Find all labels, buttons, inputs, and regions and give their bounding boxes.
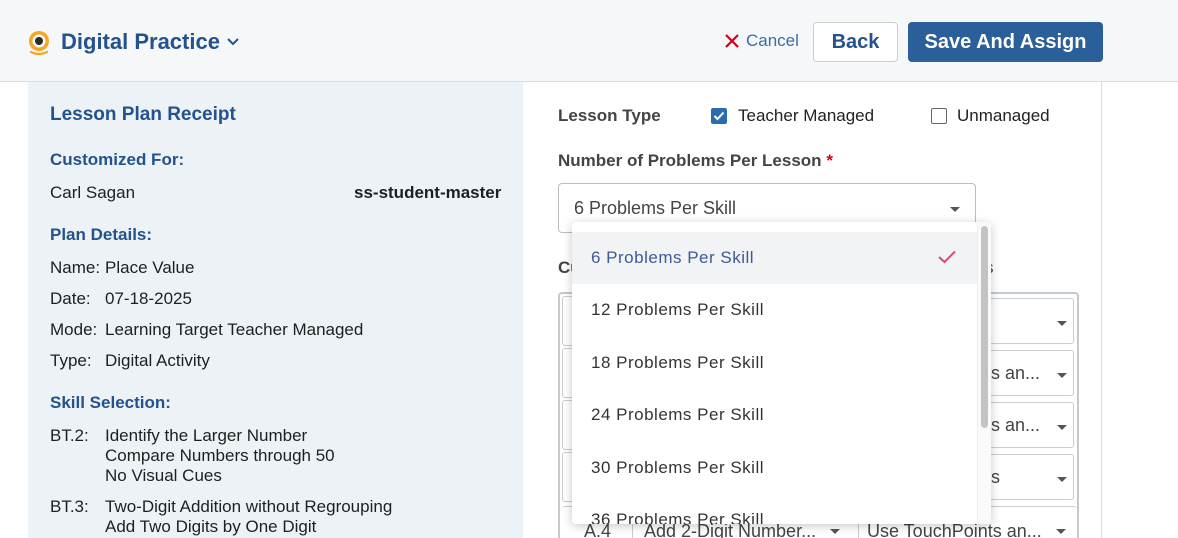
problems-per-lesson-text: Number of Problems Per Lesson [558,151,822,170]
target-logo-icon [27,29,51,57]
option-label: 18 Problems Per Skill [591,353,765,372]
caret-down-icon [1057,321,1067,326]
checkmark-icon [938,250,956,264]
detail-value: Digital Activity [105,351,210,370]
select-value: 6 Problems Per Skill [574,197,737,218]
app-title: Digital Practice [61,29,220,54]
dropdown-scrollbar[interactable] [977,222,991,524]
detail-value: 07-18-2025 [105,289,192,308]
option-label: 30 Problems Per Skill [591,458,765,477]
checkmark-icon [713,111,725,121]
customized-for-heading: Customized For: [50,150,185,169]
caret-down-icon [1057,373,1067,378]
detail-key: Mode: [50,320,98,339]
skill-line: Compare Numbers through 50 [105,446,335,465]
option-label: 6 Problems Per Skill [591,248,755,267]
skill-line: Two-Digit Addition without Regrouping [105,497,393,516]
option-label: 36 Problems Per Skill [591,510,765,524]
app-title-menu[interactable]: Digital Practice [61,29,240,55]
lesson-type-label: Lesson Type [558,106,661,125]
skill-code: BT.2: [50,426,89,445]
caret-down-icon [950,207,960,212]
required-mark: * [826,151,833,170]
skill-line: Identify the Larger Number [105,426,308,445]
divider [1101,82,1102,538]
option-label: 24 Problems Per Skill [591,405,765,424]
save-and-assign-button[interactable]: Save And Assign [908,22,1103,62]
dropdown-option[interactable]: 36 Problems Per Skill [572,494,977,524]
option-label: 12 Problems Per Skill [591,300,765,319]
dropdown-option[interactable]: 12 Problems Per Skill [572,284,977,336]
chevron-down-icon [227,38,239,46]
caret-down-icon [1057,425,1067,430]
skill-selection-heading: Skill Selection: [50,393,171,412]
skill-line: No Visual Cues [105,466,222,485]
app-header: Digital Practice Cancel Back Save And As… [0,0,1178,82]
back-button[interactable]: Back [813,22,898,62]
student-name: Carl Sagan [50,183,136,202]
cancel-label: Cancel [746,31,799,50]
detail-key: Type: [50,351,92,370]
receipt-title: Lesson Plan Receipt [50,104,236,125]
cancel-button[interactable]: Cancel [724,31,799,51]
plan-details-heading: Plan Details: [50,225,153,244]
dropdown-option[interactable]: 18 Problems Per Skill [572,337,977,389]
caret-down-icon [1056,529,1066,534]
lesson-plan-receipt-panel: Lesson Plan Receipt Customized For: Carl… [28,82,523,538]
detail-value: Place Value [105,258,195,277]
teacher-managed-label[interactable]: Teacher Managed [738,106,874,126]
unmanaged-label[interactable]: Unmanaged [957,106,1050,126]
caret-down-icon [1057,477,1067,482]
skill-code: BT.3: [50,497,89,516]
student-id: ss-student-master [354,183,502,202]
detail-key: Date: [50,289,91,308]
caret-down-icon [830,529,840,534]
unmanaged-checkbox[interactable] [931,108,947,124]
scrollbar-thumb[interactable] [981,226,988,428]
detail-key: Name: [50,258,101,277]
problems-per-lesson-label: Number of Problems Per Lesson * [558,151,833,171]
teacher-managed-checkbox[interactable] [711,108,727,124]
problems-per-lesson-dropdown: 6 Problems Per Skill 12 Problems Per Ski… [572,222,991,524]
detail-value: Learning Target Teacher Managed [105,320,364,339]
skill-line: Add Two Digits by One Digit [105,517,317,536]
dropdown-option[interactable]: 30 Problems Per Skill [572,442,977,494]
close-icon [725,34,739,48]
dropdown-option[interactable]: 24 Problems Per Skill [572,389,977,441]
dropdown-option[interactable]: 6 Problems Per Skill [572,232,977,284]
